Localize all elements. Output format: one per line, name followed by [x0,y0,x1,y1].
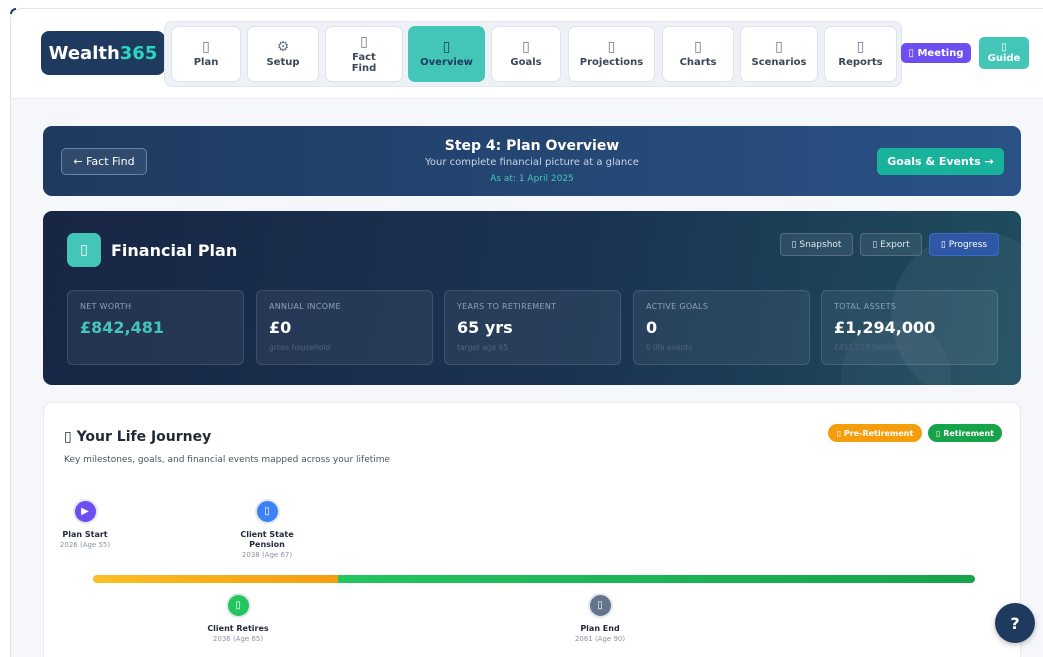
nav-fact-find-label: Fact Find [351,51,377,74]
milestone-name: Client Retires [207,624,269,633]
stat-label: YEARS TO RETIREMENT [457,302,557,311]
life-timeline-bar [93,575,975,583]
stat-sub: gross household [269,343,331,352]
milestone-name: Plan End [580,624,620,633]
milestone-date: 2036 (Age 65) [212,635,264,643]
stat-annual-income: ANNUAL INCOME £0 gross household [256,290,433,365]
nav-reports-label: Reports [838,57,883,68]
milestone-client-retires[interactable]: ▯ Client Retires 2036 (Age 65) [183,593,293,643]
meeting-button[interactable]: ▯ Meeting [901,43,971,63]
stat-label: ACTIVE GOALS [646,302,709,311]
nav-reports[interactable]: ▯ Reports [824,26,897,82]
life-journey-card: ▯ Your Life Journey Key milestones, goal… [43,402,1021,657]
target-icon: ▯ [522,39,530,55]
bar-chart-icon: ▯ [694,39,702,55]
milestone-plan-start[interactable]: ▶ Plan Start 2026 (Age 55) [30,499,140,549]
snapshot-button[interactable]: ▯ Snapshot [780,233,853,256]
stat-years-to-retirement: YEARS TO RETIREMENT 65 yrs target age 65 [444,290,621,365]
logo-text: Wealth [48,42,120,64]
trend-icon: ▯ [607,39,616,55]
stat-active-goals: ACTIVE GOALS 0 0 life events [633,290,810,365]
wealth365-logo[interactable]: Wealth 365 [41,31,165,75]
life-journey-subtitle: Key milestones, goals, and financial eve… [64,455,391,465]
nav-fact-find[interactable]: ▯ Fact Find [325,26,403,82]
stat-value: £0 [269,318,292,337]
stat-value: 0 [646,318,658,337]
guide-label: Guide [987,53,1021,64]
retirement-badge: ▯ Retirement [928,424,1002,442]
nav-scenarios[interactable]: ▯ Scenarios [740,26,818,82]
flag-icon: ▯ [587,593,613,618]
as-at-date: As at: 1 April 2025 [490,174,574,184]
guide-icon: ▯ [1001,42,1007,53]
stat-sub: £451,519 liabilities [834,343,906,352]
step-title: Step 4: Plan Overview [444,138,620,154]
document-icon: ▯ [856,39,865,55]
nav-charts[interactable]: ▯ Charts [662,26,734,82]
map-icon: ▯ [202,39,210,55]
milestone-plan-end[interactable]: ▯ Plan End 2061 (Age 90) [545,593,655,643]
app-frame: Wealth 365 ▯ Plan ⚙ Setup ▯ Fact Find ▯ O… [10,8,1043,657]
stat-label: NET WORTH [80,302,132,311]
nav-goals[interactable]: ▯ Goals [491,26,561,82]
help-button[interactable]: ? [995,603,1035,643]
nav-overview-label: Overview [420,57,473,68]
plan-icon: ▯ [67,233,101,267]
stat-value: £1,294,000 [834,318,936,337]
step-banner: ← Fact Find Step 4: Plan Overview Your c… [43,126,1021,196]
milestone-name: Client State Pension [240,530,294,549]
nav-scenarios-label: Scenarios [751,57,807,68]
play-icon: ▶ [72,499,98,524]
nav-overview[interactable]: ▯ Overview [408,26,485,82]
nav-plan-label: Plan [193,57,219,68]
milestone-date: 2038 (Age 67) [241,551,293,559]
stat-sub: 0 life events [646,343,693,352]
guide-button[interactable]: ▯ Guide [979,37,1029,69]
milestone-date: 2061 (Age 90) [574,635,626,643]
export-button[interactable]: ▯ Export [860,233,922,256]
nav-projections[interactable]: ▯ Projections [568,26,655,82]
stat-label: TOTAL ASSETS [834,302,897,311]
retire-icon: ▯ [225,593,251,618]
financial-plan-title: Financial Plan [111,241,238,260]
progress-button[interactable]: ▯ Progress [929,233,999,256]
milestone-state-pension[interactable]: ▯ Client State Pension 2038 (Age 67) [212,499,322,559]
nav-setup-label: Setup [266,57,300,68]
branch-icon: ▯ [775,39,783,55]
stat-total-assets: TOTAL ASSETS £1,294,000 £451,519 liabili… [821,290,998,365]
nav-projections-label: Projections [579,57,644,68]
nav-goals-label: Goals [510,57,542,68]
nav-plan[interactable]: ▯ Plan [171,26,241,82]
stat-label: ANNUAL INCOME [269,302,341,311]
pension-icon: ▯ [254,499,280,524]
step-navigation: ▯ Plan ⚙ Setup ▯ Fact Find ▯ Overview ▯ … [164,21,902,87]
stat-net-worth: NET WORTH £842,481 [67,290,244,365]
clipboard-icon: ▯ [360,33,368,50]
goals-events-button[interactable]: Goals & Events → [877,148,1004,175]
top-navigation-bar: Wealth 365 ▯ Plan ⚙ Setup ▯ Fact Find ▯ O… [11,9,1043,99]
logo-accent: 365 [119,42,158,64]
nav-charts-label: Charts [679,57,717,68]
financial-plan-card: ▯ Financial Plan ▯ Snapshot ▯ Export ▯ P… [43,211,1021,385]
milestone-date: 2026 (Age 55) [59,541,111,549]
nav-setup[interactable]: ⚙ Setup [247,26,319,82]
life-journey-title: ▯ Your Life Journey [64,429,212,445]
pre-retirement-badge: ▯ Pre-Retirement [828,424,922,442]
step-subtitle: Your complete financial picture at a gla… [425,157,639,168]
stat-value: 65 yrs [457,318,513,337]
stat-value: £842,481 [80,318,165,337]
chart-icon: ▯ [442,39,451,55]
gear-icon: ⚙ [276,39,290,55]
milestone-name: Plan Start [62,530,108,539]
stat-sub: target age 65 [457,343,509,352]
